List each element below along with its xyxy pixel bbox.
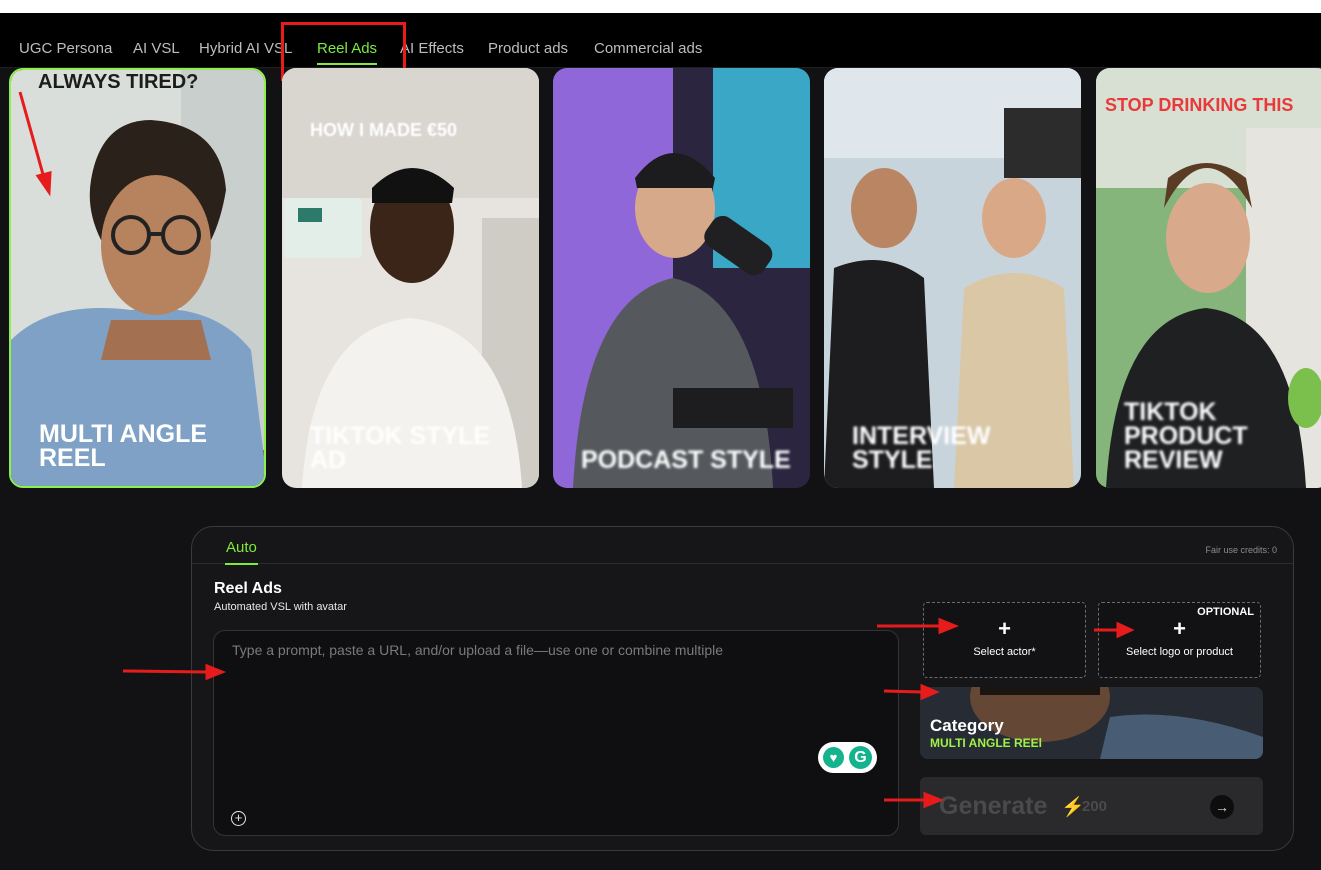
panel-tabs: Auto Fair use credits: 0 bbox=[192, 527, 1293, 565]
panel-title: Reel Ads bbox=[214, 580, 282, 597]
prompt-input[interactable] bbox=[214, 631, 898, 835]
plus-icon: + bbox=[998, 616, 1011, 641]
generate-button[interactable]: Generate ⚡ 200 → bbox=[920, 777, 1263, 835]
reel-ads-panel: Auto Fair use credits: 0 Reel Ads Automa… bbox=[191, 526, 1294, 851]
attach-icon[interactable]: + bbox=[231, 811, 246, 826]
top-strip bbox=[0, 0, 1321, 13]
tab-ugc-persona[interactable]: UGC Persona bbox=[19, 40, 112, 57]
card-title: PODCAST STYLE bbox=[581, 446, 791, 474]
card-title: TIKTOK PRODUCT REVIEW bbox=[1124, 398, 1248, 474]
arrow-right-icon[interactable]: → bbox=[1210, 795, 1234, 819]
grammarly-widget[interactable]: ♥ G bbox=[818, 742, 877, 773]
prompt-box: + ♥ G bbox=[213, 630, 899, 836]
lightbulb-icon: ♥ bbox=[823, 747, 844, 768]
select-actor-label: Select actor* bbox=[973, 646, 1036, 658]
card-caption: STOP DRINKING THIS bbox=[1105, 95, 1294, 115]
category-tabs: UGC Persona AI VSL Hybrid AI VSL Reel Ad… bbox=[0, 13, 1321, 68]
tab-product-ads[interactable]: Product ads bbox=[488, 40, 568, 57]
template-cards: ALWAYS TIRED? MULTI ANGLE REEl HOW I MAD… bbox=[0, 68, 1321, 490]
panel-subtitle: Automated VSL with avatar bbox=[214, 601, 347, 613]
grammarly-icon: G bbox=[849, 746, 872, 769]
select-logo-button[interactable]: OPTIONAL + Select logo or product bbox=[1098, 602, 1261, 678]
plus-icon: + bbox=[1173, 616, 1186, 641]
card-multi-angle-reel[interactable]: ALWAYS TIRED? MULTI ANGLE REEl bbox=[9, 68, 266, 488]
card-tiktok-product-review[interactable]: STOP DRINKING THIS TIKTOK PRODUCT REVIEW bbox=[1096, 68, 1321, 488]
card-title: MULTI ANGLE REEl bbox=[39, 420, 208, 472]
tab-ai-effects[interactable]: AI Effects bbox=[400, 40, 464, 57]
category-value: MULTI ANGLE REEl bbox=[930, 736, 1042, 750]
tab-ai-vsl[interactable]: AI VSL bbox=[133, 40, 180, 57]
select-actor-button[interactable]: + Select actor* bbox=[923, 602, 1086, 678]
card-caption: HOW I MADE €50 bbox=[310, 120, 458, 140]
card-title: TIKTOK STYLE AD bbox=[310, 422, 491, 474]
category-label: Category bbox=[930, 716, 1004, 735]
card-interview-style[interactable]: INTERVIEW STYLE bbox=[824, 68, 1081, 488]
card-title: INTERVIEW STYLE bbox=[852, 422, 991, 474]
credit-cost: 200 bbox=[1082, 798, 1108, 815]
category-selector[interactable]: Category MULTI ANGLE REEl bbox=[920, 687, 1263, 759]
generate-label: Generate bbox=[939, 792, 1048, 820]
card-caption: ALWAYS TIRED? bbox=[38, 71, 199, 93]
tab-auto[interactable]: Auto bbox=[225, 539, 258, 565]
fair-use-credits: Fair use credits: 0 bbox=[1205, 545, 1277, 555]
select-logo-label: Select logo or product bbox=[1125, 646, 1233, 658]
tab-hybrid-ai-vsl[interactable]: Hybrid AI VSL bbox=[199, 40, 292, 57]
card-podcast-style[interactable]: PODCAST STYLE bbox=[553, 68, 810, 488]
card-image bbox=[553, 68, 810, 488]
card-tiktok-style-ad[interactable]: HOW I MADE €50 TIKTOK STYLE AD bbox=[282, 68, 539, 488]
tab-commercial-ads[interactable]: Commercial ads bbox=[594, 40, 702, 57]
